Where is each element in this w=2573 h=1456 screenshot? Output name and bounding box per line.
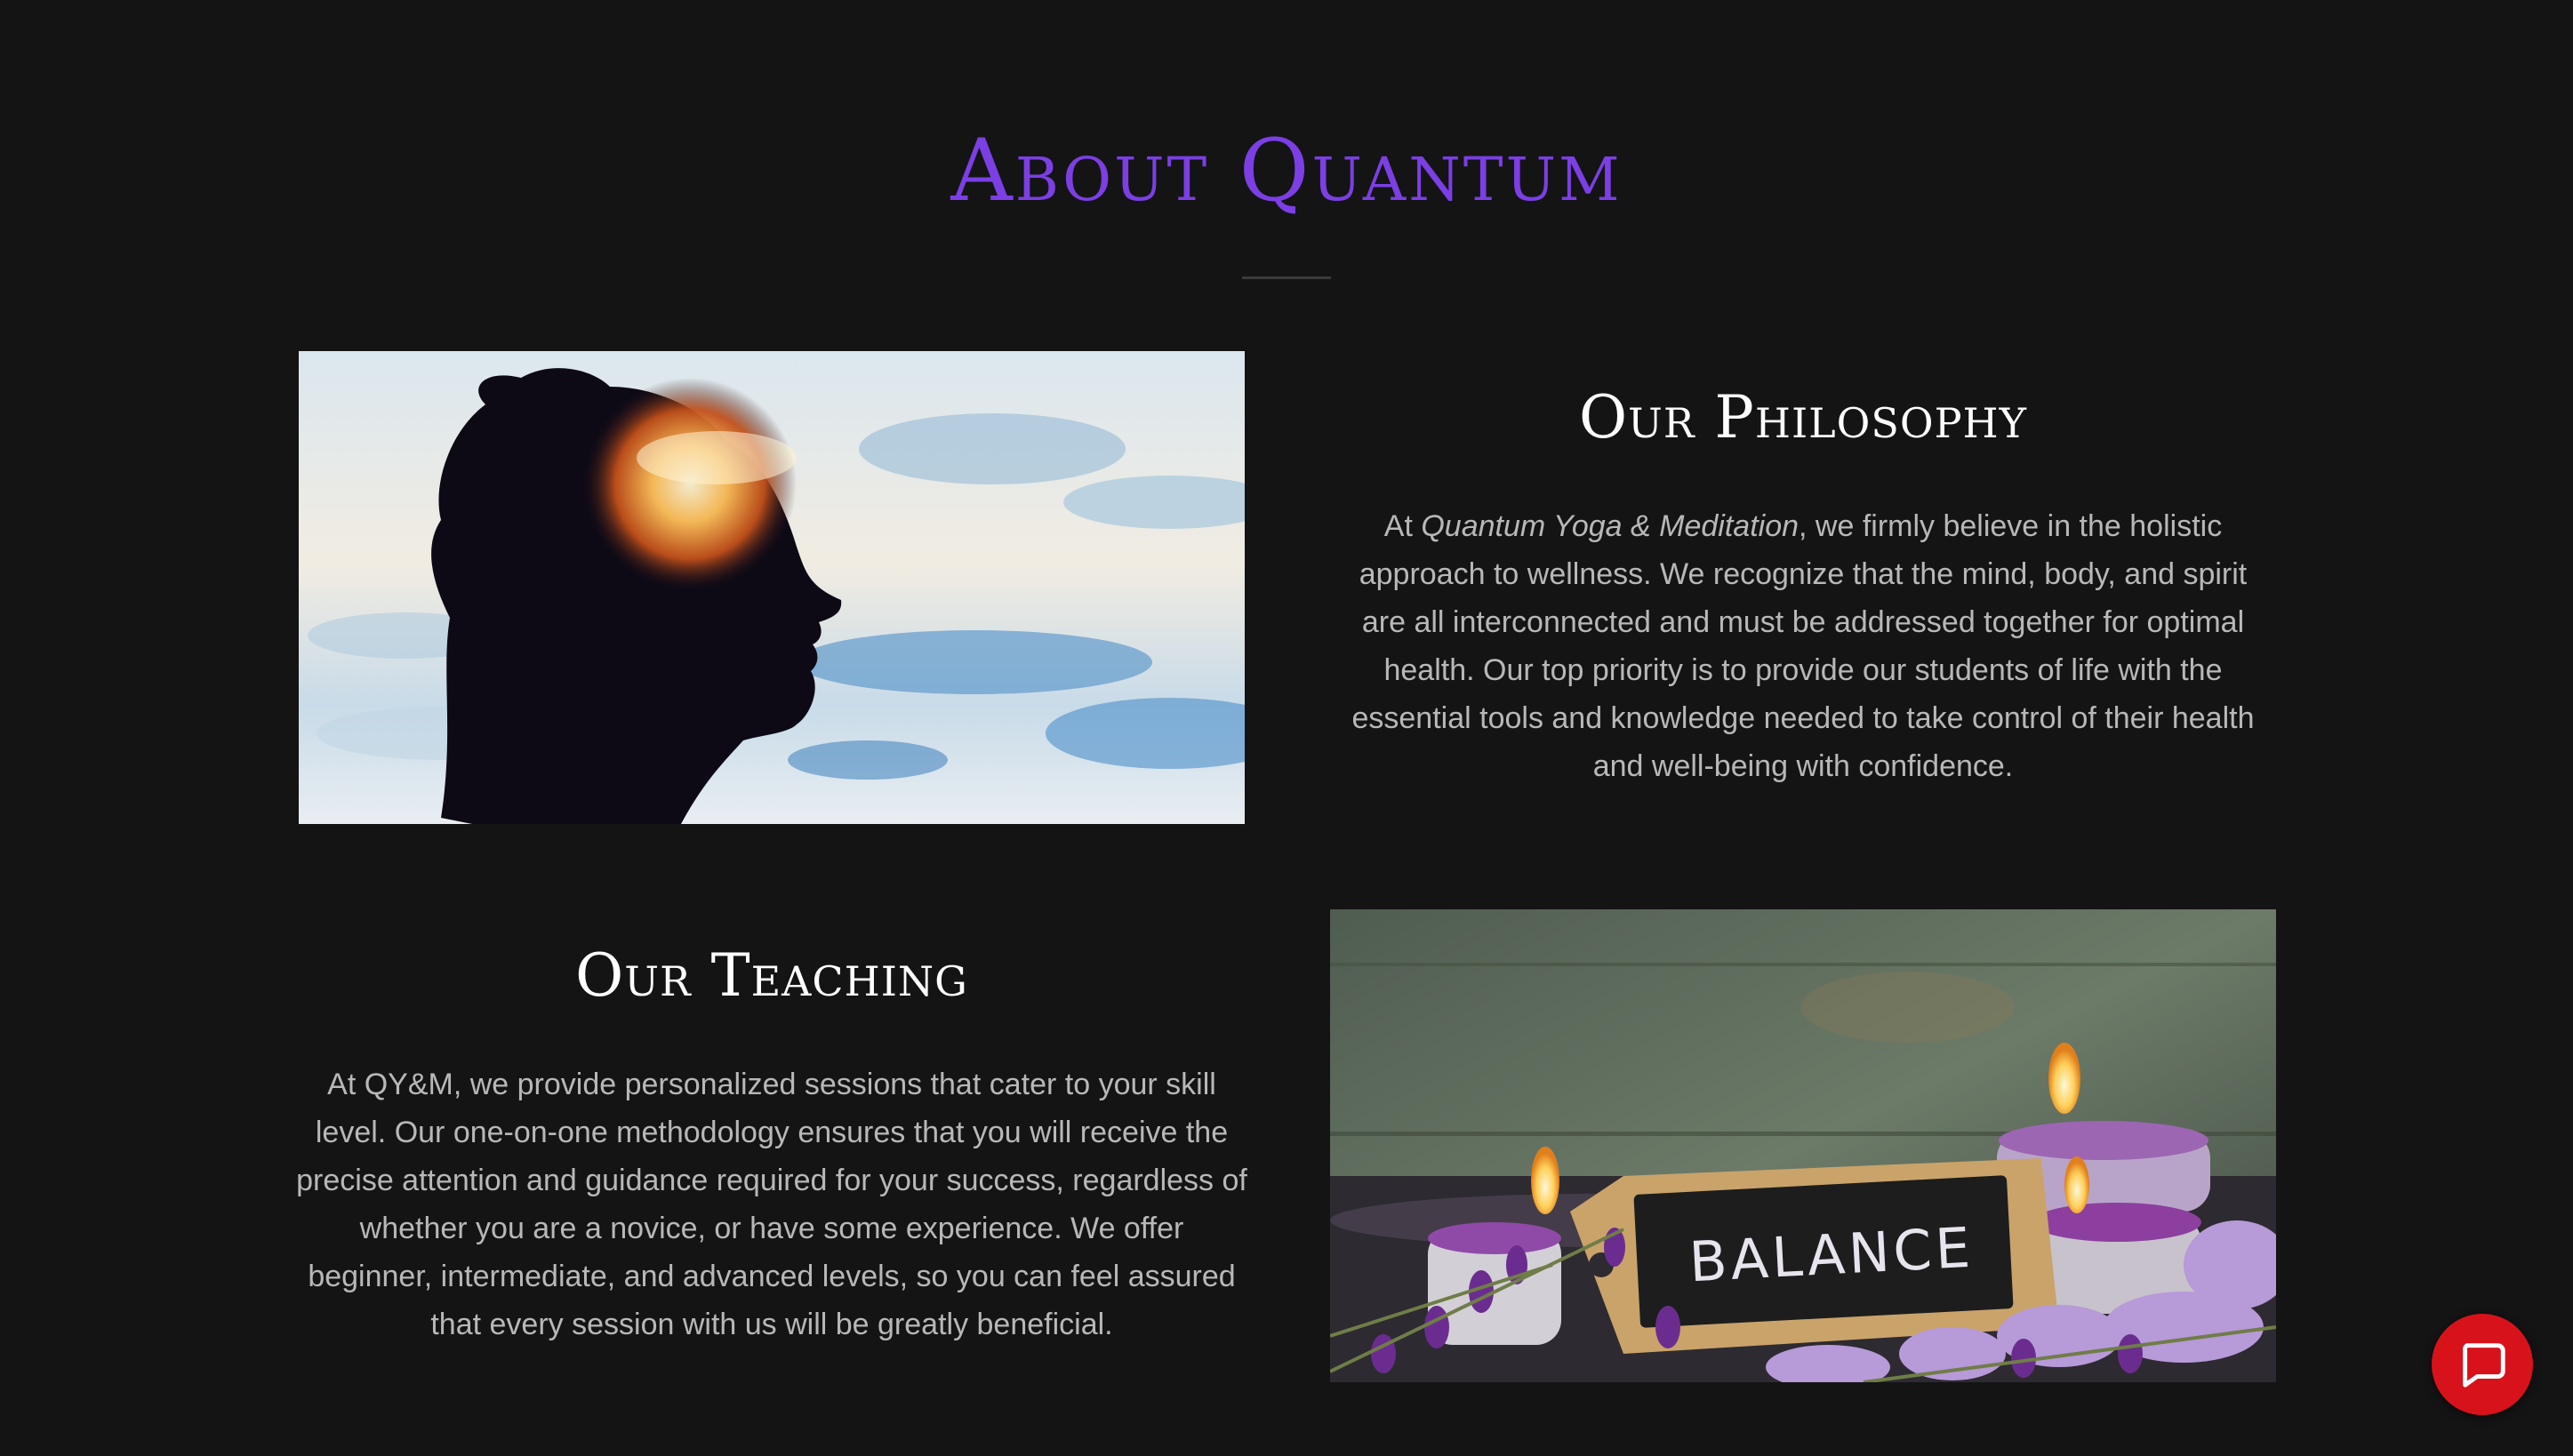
philosophy-heading: Our Philosophy [1578,383,2028,452]
philosophy-text: At Quantum Yoga & Meditation, we firmly … [1334,502,2272,790]
studio-name: Quantum Yoga & Meditation [1421,509,1799,543]
teaching-heading: Our Teaching [575,941,968,1010]
chat-button[interactable] [2432,1314,2533,1415]
philosophy-text-intro: At [1383,509,1422,543]
balance-candles-image: BALANCE [1330,909,2276,1382]
chat-bubble-icon [2463,1343,2505,1388]
teaching-text: At QY&M, we provide personalized session… [296,1068,1247,1341]
philosophy-text-body: , we firmly believe in the holistic appr… [1351,509,2255,783]
section-title: About Quantum [950,121,1623,220]
title-divider [1242,276,1331,279]
mind-silhouette-image [299,351,1245,824]
